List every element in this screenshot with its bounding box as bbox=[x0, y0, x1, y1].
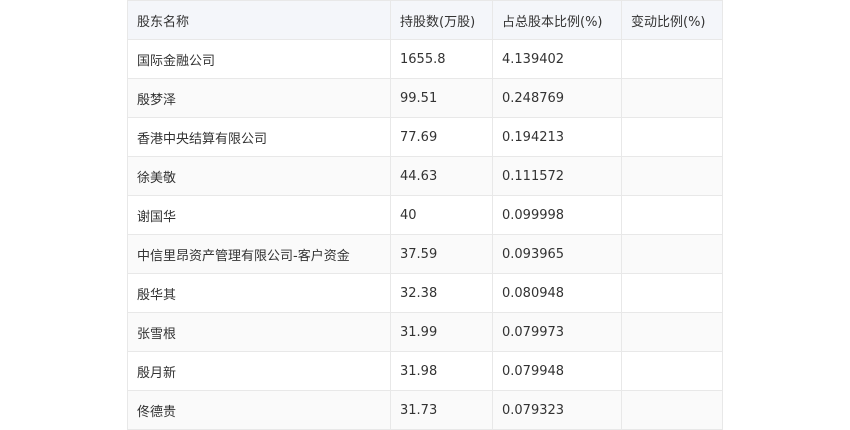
table-row: 殷华其 32.38 0.080948 bbox=[127, 273, 723, 313]
cell-shares: 31.99 bbox=[390, 312, 493, 352]
cell-ratio: 0.093965 bbox=[492, 234, 622, 274]
cell-shares: 31.73 bbox=[390, 390, 493, 430]
cell-ratio: 0.099998 bbox=[492, 195, 622, 235]
header-shareholder-name: 股东名称 bbox=[127, 0, 391, 40]
header-shares-held: 持股数(万股) bbox=[390, 0, 493, 40]
cell-name: 徐美敬 bbox=[127, 156, 391, 196]
cell-name: 谢国华 bbox=[127, 195, 391, 235]
cell-ratio: 0.079948 bbox=[492, 351, 622, 391]
cell-shares: 37.59 bbox=[390, 234, 493, 274]
cell-name: 殷月新 bbox=[127, 351, 391, 391]
cell-ratio: 0.248769 bbox=[492, 78, 622, 118]
cell-change bbox=[621, 39, 723, 79]
shareholder-table: 股东名称 持股数(万股) 占总股本比例(%) 变动比例(%) 国际金融公司 16… bbox=[127, 0, 723, 430]
table-row: 佟德贵 31.73 0.079323 bbox=[127, 390, 723, 430]
cell-shares: 40 bbox=[390, 195, 493, 235]
table-header-row: 股东名称 持股数(万股) 占总股本比例(%) 变动比例(%) bbox=[127, 0, 723, 40]
shareholder-table-container: 股东名称 持股数(万股) 占总股本比例(%) 变动比例(%) 国际金融公司 16… bbox=[127, 0, 723, 430]
table-row: 张雪根 31.99 0.079973 bbox=[127, 312, 723, 352]
cell-shares: 77.69 bbox=[390, 117, 493, 157]
table-row: 谢国华 40 0.099998 bbox=[127, 195, 723, 235]
header-share-ratio: 占总股本比例(%) bbox=[492, 0, 622, 40]
cell-name: 殷华其 bbox=[127, 273, 391, 313]
cell-change bbox=[621, 351, 723, 391]
cell-change bbox=[621, 195, 723, 235]
cell-change bbox=[621, 273, 723, 313]
cell-shares: 1655.8 bbox=[390, 39, 493, 79]
cell-name: 香港中央结算有限公司 bbox=[127, 117, 391, 157]
cell-ratio: 0.080948 bbox=[492, 273, 622, 313]
cell-ratio: 0.079973 bbox=[492, 312, 622, 352]
cell-name: 佟德贵 bbox=[127, 390, 391, 430]
table-row: 中信里昂资产管理有限公司-客户资金 37.59 0.093965 bbox=[127, 234, 723, 274]
table-row: 殷梦泽 99.51 0.248769 bbox=[127, 78, 723, 118]
cell-name: 张雪根 bbox=[127, 312, 391, 352]
cell-shares: 44.63 bbox=[390, 156, 493, 196]
cell-change bbox=[621, 312, 723, 352]
table-row: 殷月新 31.98 0.079948 bbox=[127, 351, 723, 391]
cell-change bbox=[621, 234, 723, 274]
table-row: 香港中央结算有限公司 77.69 0.194213 bbox=[127, 117, 723, 157]
table-row: 徐美敬 44.63 0.111572 bbox=[127, 156, 723, 196]
cell-shares: 31.98 bbox=[390, 351, 493, 391]
table-row: 国际金融公司 1655.8 4.139402 bbox=[127, 39, 723, 79]
cell-ratio: 4.139402 bbox=[492, 39, 622, 79]
cell-change bbox=[621, 78, 723, 118]
cell-shares: 99.51 bbox=[390, 78, 493, 118]
header-change-ratio: 变动比例(%) bbox=[621, 0, 723, 40]
cell-ratio: 0.194213 bbox=[492, 117, 622, 157]
cell-ratio: 0.079323 bbox=[492, 390, 622, 430]
cell-name: 中信里昂资产管理有限公司-客户资金 bbox=[127, 234, 391, 274]
cell-change bbox=[621, 156, 723, 196]
cell-name: 殷梦泽 bbox=[127, 78, 391, 118]
cell-shares: 32.38 bbox=[390, 273, 493, 313]
cell-change bbox=[621, 390, 723, 430]
cell-name: 国际金融公司 bbox=[127, 39, 391, 79]
cell-change bbox=[621, 117, 723, 157]
cell-ratio: 0.111572 bbox=[492, 156, 622, 196]
